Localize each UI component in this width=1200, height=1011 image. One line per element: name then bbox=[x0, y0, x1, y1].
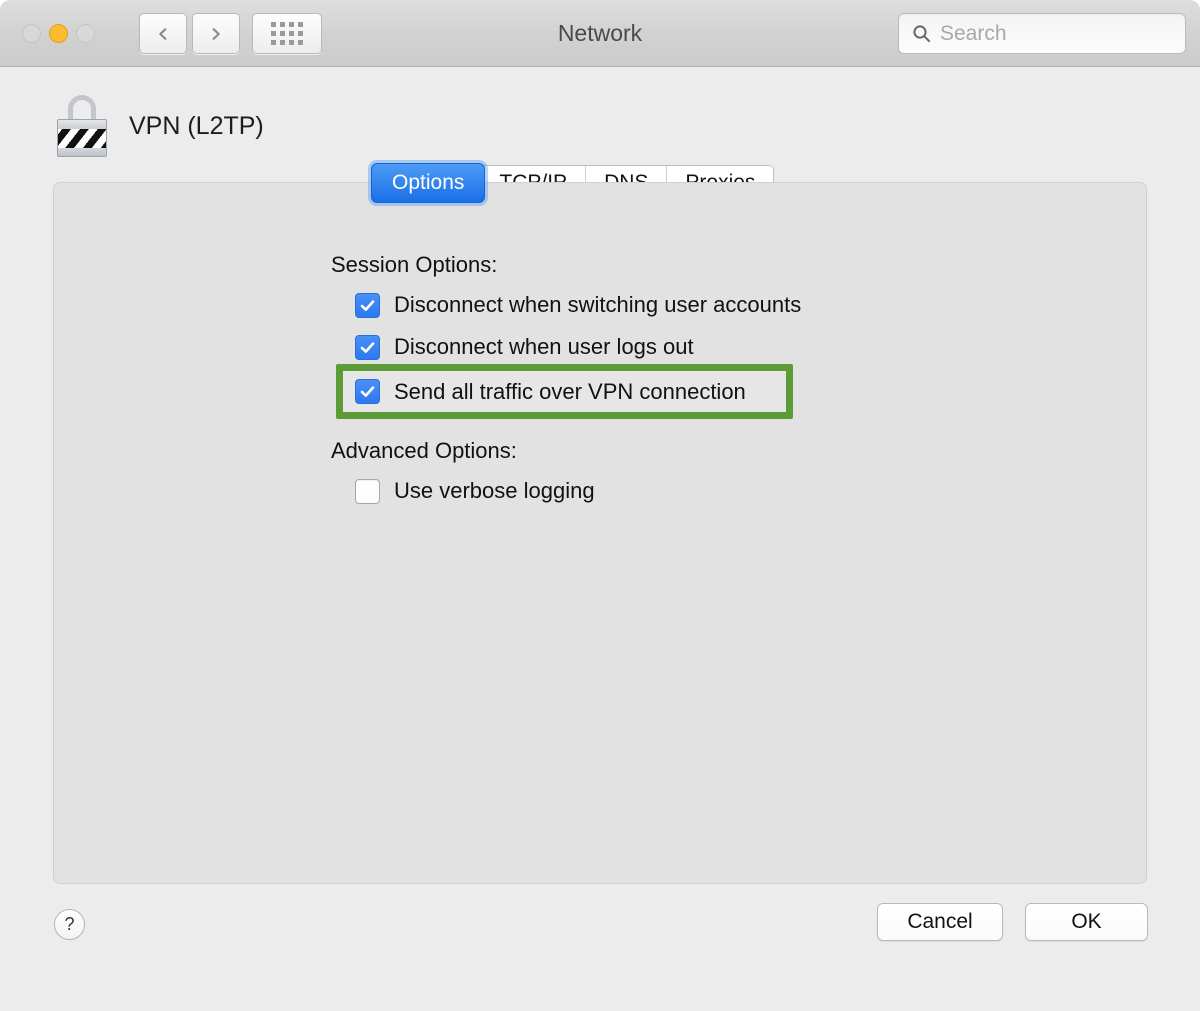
checkbox-disconnect-logs-out[interactable] bbox=[355, 334, 380, 360]
session-options-label: Session Options: bbox=[331, 252, 498, 277]
search-placeholder: Search bbox=[940, 21, 1007, 45]
checkbox-label: Use verbose logging bbox=[394, 478, 595, 503]
vpn-service-name: VPN (L2TP) bbox=[129, 111, 264, 140]
tab-options[interactable]: Options bbox=[371, 163, 486, 203]
lock-icon bbox=[57, 95, 107, 157]
checkbox-row-send-all-traffic[interactable]: Send all traffic over VPN connection bbox=[343, 371, 786, 412]
help-button[interactable]: ? bbox=[54, 909, 85, 940]
advanced-options-label: Advanced Options: bbox=[331, 438, 517, 463]
checkbox-row-verbose-logging[interactable]: Use verbose logging bbox=[355, 478, 595, 504]
highlight-annotation-box: Send all traffic over VPN connection bbox=[336, 364, 793, 419]
checkbox-row-disconnect-logs-out[interactable]: Disconnect when user logs out bbox=[355, 334, 694, 360]
ok-button[interactable]: OK bbox=[1025, 903, 1148, 941]
checkbox-disconnect-switching-accounts[interactable] bbox=[355, 292, 380, 318]
checkbox-row-disconnect-switching-accounts[interactable]: Disconnect when switching user accounts bbox=[355, 292, 801, 318]
search-icon bbox=[913, 25, 930, 42]
checkmark-icon bbox=[360, 299, 375, 311]
checkbox-label: Disconnect when user logs out bbox=[394, 334, 694, 359]
checkbox-label: Send all traffic over VPN connection bbox=[394, 378, 746, 404]
checkbox-send-all-traffic[interactable] bbox=[355, 379, 380, 404]
vpn-service-header: VPN (L2TP) bbox=[57, 95, 264, 157]
options-panel bbox=[53, 182, 1147, 884]
cancel-button[interactable]: Cancel bbox=[877, 903, 1003, 941]
window-titlebar: Network Search bbox=[0, 0, 1200, 67]
checkmark-icon bbox=[360, 386, 375, 397]
search-field[interactable]: Search bbox=[898, 13, 1186, 54]
checkbox-label: Disconnect when switching user accounts bbox=[394, 292, 802, 317]
network-preferences-window: Network Search VPN (L2TP) Options TCP/IP… bbox=[0, 0, 1200, 1011]
checkmark-icon bbox=[360, 341, 375, 353]
checkbox-verbose-logging[interactable] bbox=[355, 478, 380, 504]
